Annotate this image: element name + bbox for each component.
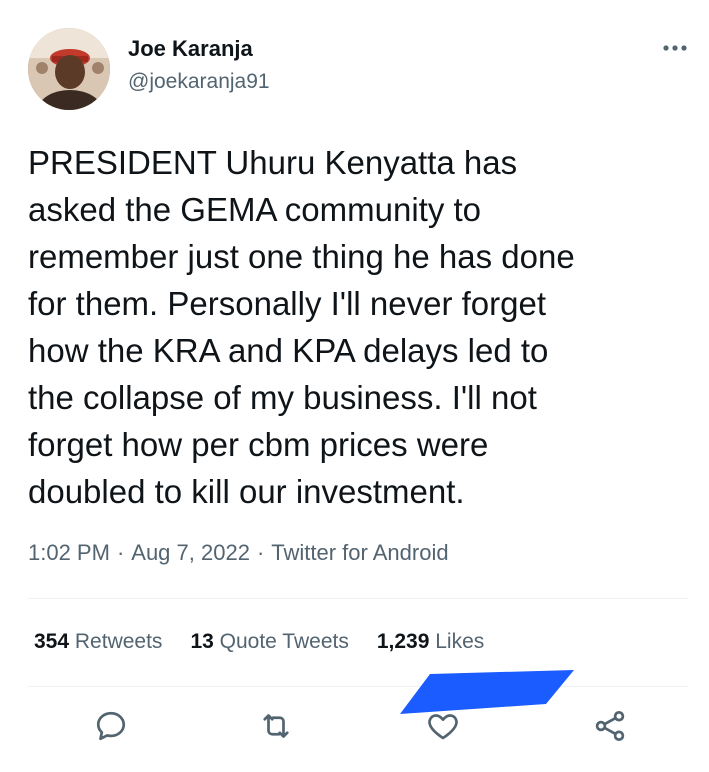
share-button[interactable] [592,708,628,744]
quote-tweets-label: Quote Tweets [219,630,349,653]
retweet-icon [263,714,289,738]
reply-icon [96,711,126,741]
like-button[interactable] [425,708,461,744]
meta-separator: · [116,540,125,565]
retweets-stat[interactable]: 354 Retweets [34,630,162,654]
tweet-detail: Joe Karanja @joekaranja91 PRESIDENT Uhur… [0,0,709,772]
retweets-label: Retweets [74,630,163,653]
divider [28,686,688,687]
tweet-time[interactable]: 1:02 PM [28,540,110,565]
share-icon [595,711,625,741]
quote-tweets-count: 13 [190,630,214,653]
likes-count: 1,239 [376,630,430,653]
likes-label: Likes [435,630,485,653]
more-options-icon[interactable] [658,36,692,60]
author-handle[interactable]: @joekaranja91 [128,70,270,94]
tweet-date[interactable]: Aug 7, 2022 [131,540,250,565]
reply-button[interactable] [93,708,129,744]
avatar[interactable] [28,28,110,110]
tweet-text: PRESIDENT Uhuru Kenyatta has asked the G… [28,144,575,510]
engagement-stats: 354 Retweets 13 Quote Tweets 1,239 Likes [34,630,512,654]
meta-separator: · [256,540,265,565]
retweets-count: 354 [34,630,70,653]
likes-stat[interactable]: 1,239 Likes [377,630,484,654]
quote-tweets-stat[interactable]: 13 Quote Tweets [190,630,348,654]
heart-icon [428,714,458,740]
tweet-source[interactable]: Twitter for Android [271,540,448,565]
author-display-name[interactable]: Joe Karanja [128,36,253,62]
divider [28,598,688,599]
tweet-metadata: 1:02 PM · Aug 7, 2022 · Twitter for Android [28,540,449,566]
retweet-button[interactable] [258,708,294,744]
avatar-photo-icon [28,28,110,110]
